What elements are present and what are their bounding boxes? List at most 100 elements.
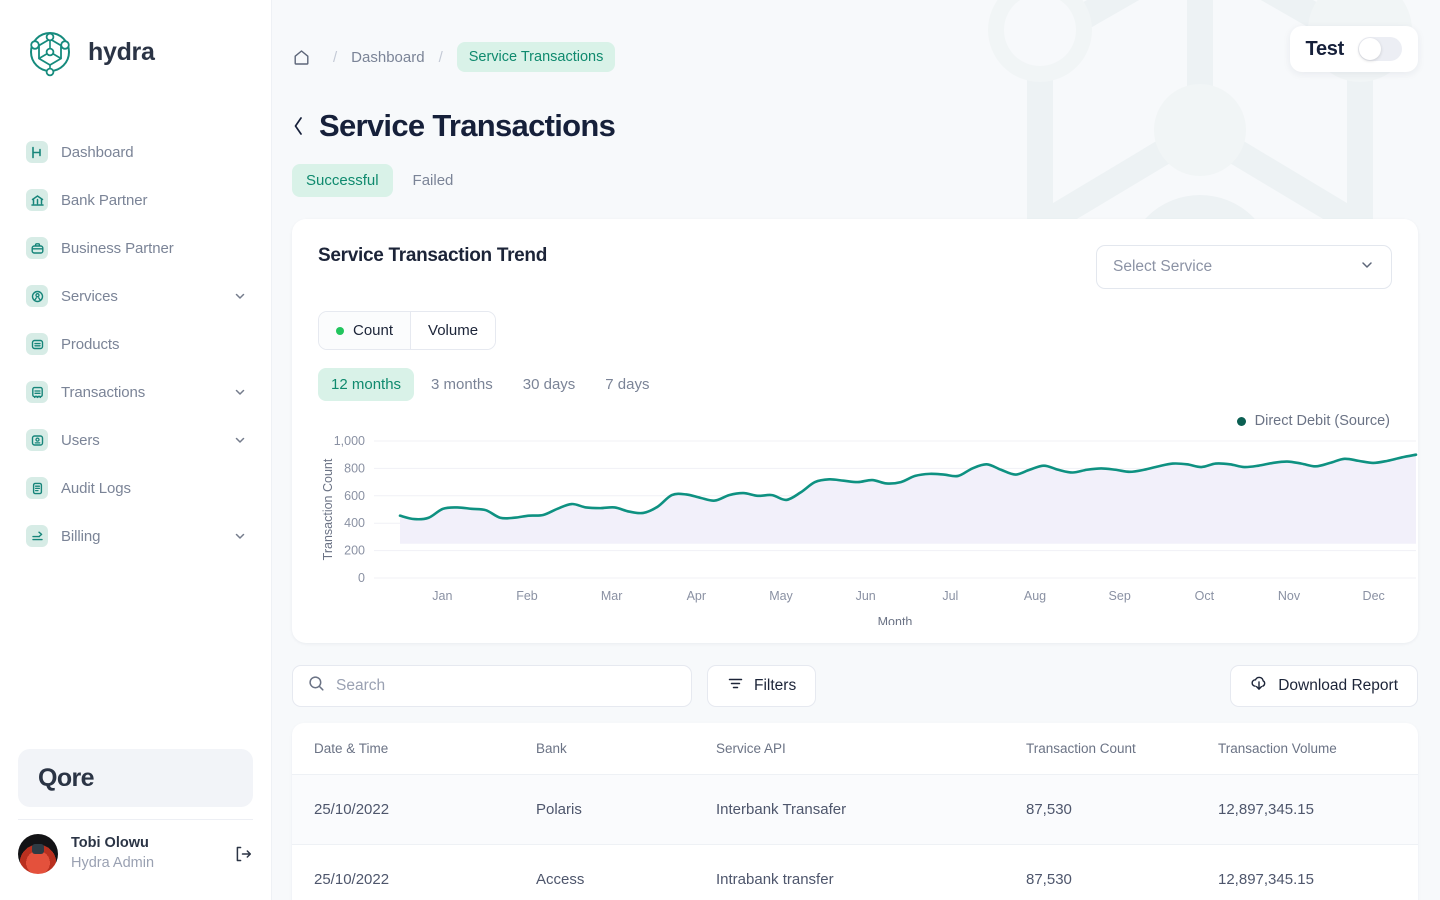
hydra-network-logo-icon	[24, 26, 76, 78]
range-7-days[interactable]: 7 days	[592, 368, 662, 401]
sidebar-item-billing[interactable]: Billing	[0, 512, 271, 560]
cell-date-time: 25/10/2022	[292, 844, 536, 900]
cell-service-api: Intrabank transfer	[716, 844, 1026, 900]
svg-text:Apr: Apr	[687, 589, 706, 603]
breadcrumb: / Dashboard / Service Transactions	[292, 0, 1418, 72]
range-selector: 12 months 3 months 30 days 7 days	[318, 368, 1392, 401]
cell-transaction-count: 87,530	[1026, 774, 1218, 845]
brand-logo[interactable]: hydra	[0, 0, 271, 78]
transactions-icon	[26, 381, 48, 403]
column-header-service-api[interactable]: Service API	[716, 723, 1026, 775]
svg-text:800: 800	[344, 461, 365, 475]
sidebar-item-audit-logs[interactable]: Audit Logs	[0, 464, 271, 512]
sidebar-nav: Dashboard Bank Partner Business Partner …	[0, 128, 271, 560]
main-content: Test / Dashboard / Service Transactions …	[272, 0, 1440, 900]
cell-date-time: 25/10/2022	[292, 774, 536, 845]
user-profile[interactable]: Tobi Olowu Hydra Admin	[18, 819, 253, 874]
search-input[interactable]	[336, 677, 676, 695]
chart-title: Service Transaction Trend	[318, 245, 548, 266]
svg-text:Mar: Mar	[601, 589, 623, 603]
cell-transaction-count: 87,530	[1026, 844, 1218, 900]
services-icon	[26, 285, 48, 307]
breadcrumb-item-dashboard[interactable]: Dashboard	[351, 49, 424, 66]
test-mode-toggle[interactable]: Test	[1289, 26, 1418, 72]
switch-knob	[1359, 38, 1381, 60]
billing-icon	[26, 525, 48, 547]
page-header: Service Transactions	[292, 108, 1418, 144]
page-title: Service Transactions	[319, 108, 616, 143]
logout-icon[interactable]	[233, 844, 253, 864]
transactions-table: Date & Time Bank Service API Transaction…	[292, 723, 1418, 900]
sidebar-item-products[interactable]: Products	[0, 320, 271, 368]
download-report-label: Download Report	[1278, 677, 1398, 694]
svg-text:200: 200	[344, 544, 365, 558]
sidebar-item-users[interactable]: Users	[0, 416, 271, 464]
breadcrumb-separator: /	[438, 48, 443, 66]
breadcrumb-item-service-transactions[interactable]: Service Transactions	[456, 42, 616, 72]
svg-text:Dec: Dec	[1363, 589, 1385, 603]
svg-text:Nov: Nov	[1278, 589, 1301, 603]
sidebar-item-label: Bank Partner	[61, 191, 148, 209]
avatar	[18, 834, 58, 874]
svg-text:Jun: Jun	[856, 589, 876, 603]
test-mode-label: Test	[1305, 37, 1345, 60]
svg-text:Month: Month	[878, 615, 913, 625]
chevron-down-icon[interactable]	[233, 433, 247, 447]
svg-text:Feb: Feb	[516, 589, 538, 603]
status-tabs: Successful Failed	[292, 164, 1418, 197]
table-row[interactable]: 25/10/2022 Polaris Interbank Transafer 8…	[292, 774, 1418, 845]
main-inner: / Dashboard / Service Transactions Servi…	[272, 0, 1440, 900]
cell-bank: Polaris	[536, 774, 716, 845]
test-mode-switch[interactable]	[1358, 37, 1402, 61]
chart-card-header: Service Transaction Trend Select Service	[318, 245, 1392, 289]
chart-legend: Direct Debit (Source)	[1236, 413, 1390, 429]
download-cloud-icon	[1250, 675, 1268, 698]
metric-tab-label: Volume	[428, 322, 479, 339]
tab-failed[interactable]: Failed	[399, 164, 468, 197]
sidebar-item-services[interactable]: Services	[0, 272, 271, 320]
range-3-months[interactable]: 3 months	[418, 368, 506, 401]
column-header-transaction-count[interactable]: Transaction Count	[1026, 723, 1218, 775]
sidebar-item-transactions[interactable]: Transactions	[0, 368, 271, 416]
cell-service-api: Interbank Transafer	[716, 774, 1026, 845]
column-header-transaction-volume[interactable]: Transaction Volume	[1218, 723, 1418, 775]
home-icon[interactable]	[292, 48, 311, 67]
bank-icon	[26, 189, 48, 211]
sidebar: hydra Dashboard Bank Partner Business Pa	[0, 0, 272, 900]
search-box[interactable]	[292, 665, 692, 707]
status-dot-icon	[336, 326, 344, 335]
chevron-left-icon[interactable]	[292, 115, 305, 137]
table-row[interactable]: 25/10/2022 Access Intrabank transfer 87,…	[292, 844, 1418, 900]
legend-dot-icon	[1236, 416, 1246, 426]
metric-tab-count[interactable]: Count	[319, 312, 411, 349]
sidebar-item-label: Users	[61, 431, 100, 449]
sidebar-item-label: Services	[61, 287, 118, 305]
column-header-bank[interactable]: Bank	[536, 723, 716, 775]
range-12-months[interactable]: 12 months	[318, 368, 415, 401]
user-role: Hydra Admin	[71, 855, 155, 871]
download-report-button[interactable]: Download Report	[1230, 665, 1418, 707]
filters-label: Filters	[754, 677, 797, 694]
filters-button[interactable]: Filters	[707, 665, 817, 707]
org-name: Qore	[38, 763, 95, 792]
chevron-down-icon[interactable]	[233, 529, 247, 543]
chevron-down-icon[interactable]	[233, 289, 247, 303]
products-icon	[26, 333, 48, 355]
sidebar-item-dashboard[interactable]: Dashboard	[0, 128, 271, 176]
range-30-days[interactable]: 30 days	[510, 368, 589, 401]
chevron-down-icon[interactable]	[233, 385, 247, 399]
audit-logs-icon	[26, 477, 48, 499]
svg-text:Jul: Jul	[942, 589, 958, 603]
sidebar-item-business-partner[interactable]: Business Partner	[0, 224, 271, 272]
tab-successful[interactable]: Successful	[292, 164, 393, 197]
metric-tab-volume[interactable]: Volume	[410, 312, 496, 349]
service-select[interactable]: Select Service	[1096, 245, 1392, 289]
org-switcher[interactable]: Qore	[18, 749, 253, 807]
svg-text:400: 400	[344, 516, 365, 530]
cell-bank: Access	[536, 844, 716, 900]
metric-toggle-group: Count Volume	[318, 311, 497, 350]
svg-text:0: 0	[358, 571, 365, 585]
sidebar-item-label: Audit Logs	[61, 479, 131, 497]
sidebar-item-bank-partner[interactable]: Bank Partner	[0, 176, 271, 224]
column-header-date-time[interactable]: Date & Time	[292, 723, 536, 775]
